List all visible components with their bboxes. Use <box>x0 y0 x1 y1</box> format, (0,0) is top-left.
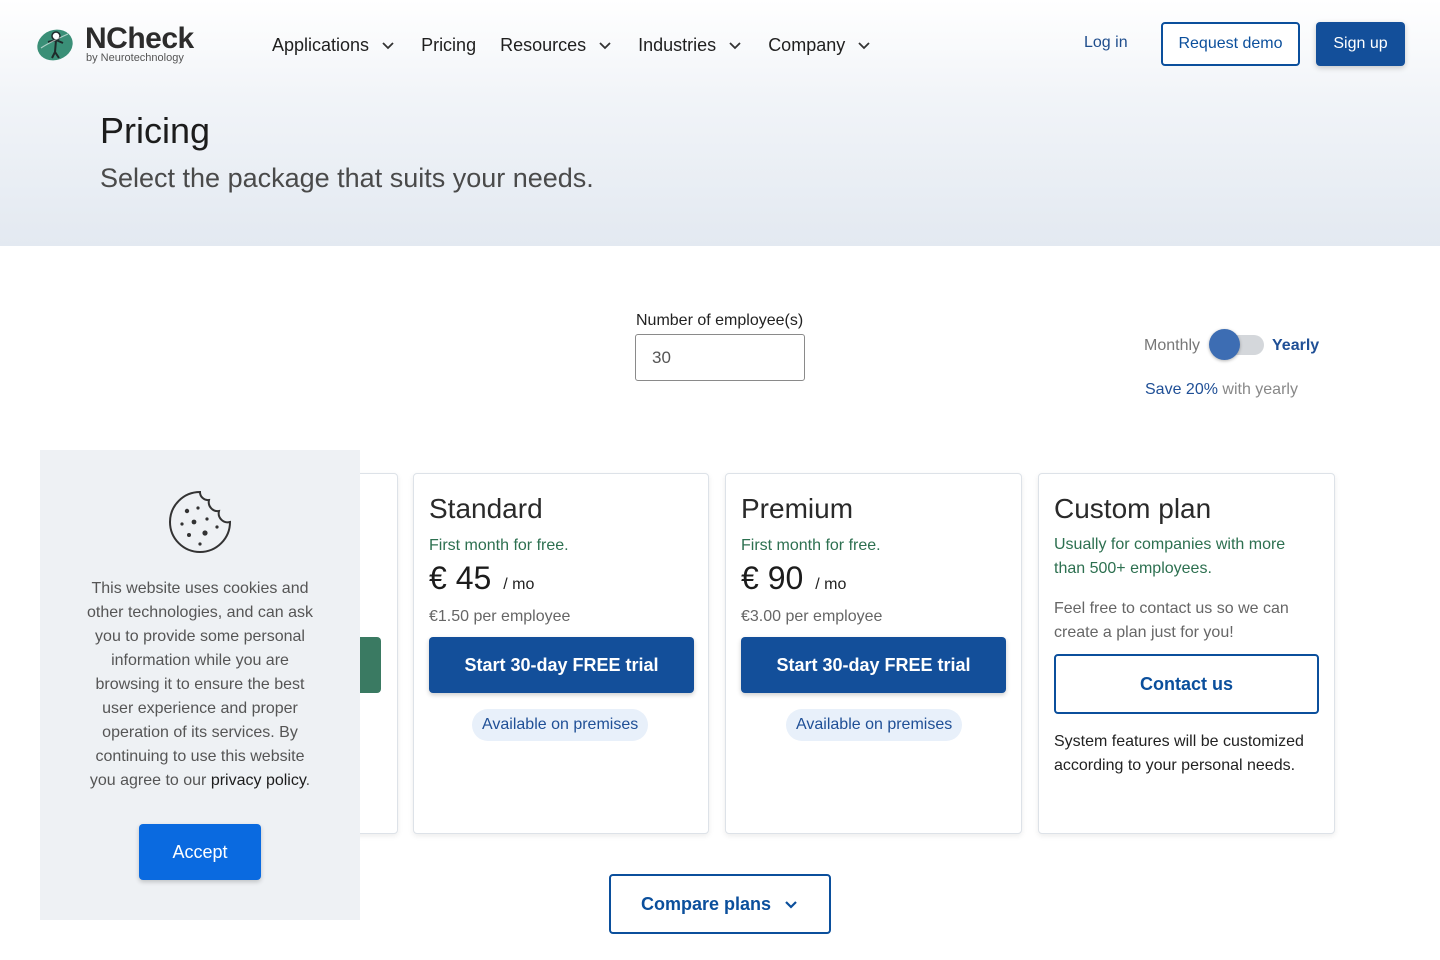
employees-input[interactable] <box>635 334 805 381</box>
cookie-message: This website uses cookies and other tech… <box>87 580 313 789</box>
plan-card-premium: Premium First month for free. € 90 / mo … <box>725 473 1022 834</box>
accept-cookies-button[interactable]: Accept <box>139 824 261 880</box>
site-header: NCheck by Neurotechnology Applications P… <box>0 0 1440 90</box>
premium-trial-button[interactable]: Start 30-day FREE trial <box>741 637 1006 693</box>
brand-name: NCheck <box>85 22 194 55</box>
contact-us-button[interactable]: Contact us <box>1054 654 1319 714</box>
cookie-icon <box>169 490 232 553</box>
nav-item-label: Pricing <box>421 34 477 55</box>
plan-custom-note: System features will be customized accor… <box>1054 733 1304 774</box>
plan-contact-note: Feel free to contact us so we can create… <box>1054 600 1289 641</box>
plan-free-note: First month for free. <box>429 537 569 554</box>
nav-item-applications[interactable]: Applications <box>272 35 395 56</box>
privacy-policy-link[interactable]: privacy policy <box>211 772 306 789</box>
cookie-banner: This website uses cookies and other tech… <box>40 450 360 920</box>
nav-item-resources[interactable]: Resources <box>500 35 612 56</box>
plan-card-standard: Standard First month for free. € 45 / mo… <box>413 473 709 834</box>
nav-item-industries[interactable]: Industries <box>638 35 742 56</box>
plan-price-period: / mo <box>503 576 535 593</box>
plan-price: € 45 / mo <box>429 560 534 597</box>
billing-monthly-label: Monthly <box>1144 337 1201 354</box>
nav-item-label: Company <box>768 34 846 55</box>
page-title: Pricing <box>100 110 211 151</box>
plan-free-note: First month for free. <box>741 537 881 554</box>
billing-toggle-knob[interactable] <box>1209 329 1240 360</box>
signup-button[interactable]: Sign up <box>1316 22 1405 66</box>
plan-name: Premium <box>741 493 854 524</box>
compare-plans-button[interactable]: Compare plans <box>609 874 831 934</box>
page-subtitle: Select the package that suits your needs… <box>100 163 594 193</box>
employees-label: Number of employee(s) <box>636 312 804 329</box>
nav-item-label: Industries <box>638 34 717 55</box>
nav-item-company[interactable]: Company <box>768 35 871 56</box>
cookie-text: This website uses cookies and other tech… <box>85 577 315 793</box>
nav-item-label: Applications <box>272 34 370 55</box>
plan-description: Usually for companies with more than 500… <box>1054 536 1286 577</box>
save-suffix: with yearly <box>1217 381 1298 398</box>
plan-price-period: / mo <box>815 576 847 593</box>
save-highlight: Save 20% <box>1145 381 1218 398</box>
plan-per-employee: €1.50 per employee <box>429 608 571 625</box>
plan-price-amount: € 45 <box>429 560 492 596</box>
chevron-down-icon <box>382 42 394 50</box>
chevron-down-icon <box>729 42 741 50</box>
on-premises-badge: Available on premises <box>472 709 649 741</box>
on-premises-badge: Available on premises <box>786 709 963 741</box>
plan-name: Custom plan <box>1054 493 1212 524</box>
brand-logo[interactable]: NCheck by Neurotechnology <box>36 22 206 68</box>
save-note: Save 20% with yearly <box>1145 381 1298 399</box>
compare-plans-label: Compare plans <box>640 893 772 914</box>
chevron-down-icon <box>785 901 797 909</box>
chevron-down-icon <box>858 42 870 50</box>
main-nav: Applications Pricing Resources Industrie… <box>272 33 895 57</box>
brand-tagline: by Neurotechnology <box>86 52 184 64</box>
billing-yearly-label: Yearly <box>1272 337 1320 354</box>
plan-card-custom: Custom plan Usually for companies with m… <box>1038 473 1335 834</box>
cookie-end: . <box>305 772 311 789</box>
plan-price-amount: € 90 <box>741 560 804 596</box>
ncheck-logo-icon <box>37 29 73 61</box>
nav-item-label: Resources <box>500 34 587 55</box>
nav-item-pricing[interactable]: Pricing <box>421 35 476 56</box>
plan-name: Standard <box>429 493 543 524</box>
plan-price: € 90 / mo <box>741 560 846 597</box>
chevron-down-icon <box>599 42 611 50</box>
login-link[interactable]: Log in <box>1084 34 1128 52</box>
standard-trial-button[interactable]: Start 30-day FREE trial <box>429 637 694 693</box>
plan-per-employee: €3.00 per employee <box>741 608 883 625</box>
request-demo-button[interactable]: Request demo <box>1161 22 1300 66</box>
